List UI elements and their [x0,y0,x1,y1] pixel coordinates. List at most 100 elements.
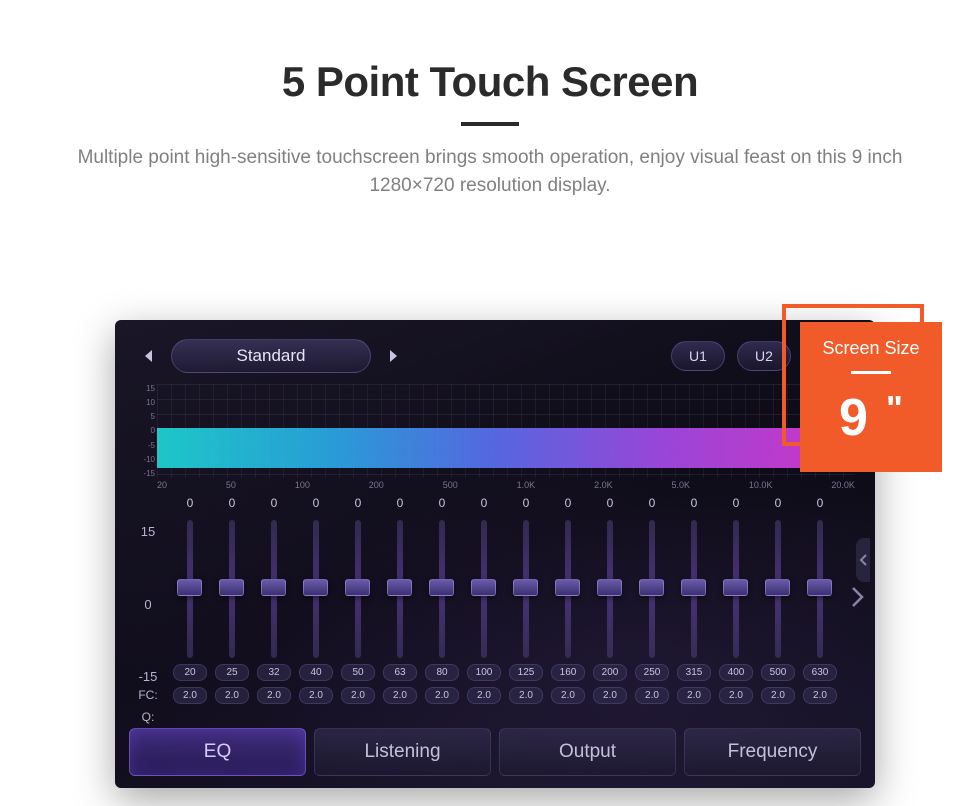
eq-band-fc[interactable]: 250 [635,664,669,681]
eq-slider[interactable] [607,520,613,658]
eq-slider[interactable] [733,520,739,658]
eq-band-400: 0 400 2.0 [715,496,757,726]
eq-slider-knob[interactable] [387,579,412,596]
eq-band-q[interactable]: 2.0 [761,687,795,704]
eq-band-value: 0 [439,496,446,516]
tab-output[interactable]: Output [499,728,676,776]
tab-eq[interactable]: EQ [129,728,306,776]
eq-band-value: 0 [775,496,782,516]
eq-band-fc[interactable]: 400 [719,664,753,681]
eq-band-q[interactable]: 2.0 [467,687,501,704]
eq-band-630: 0 630 2.0 [799,496,841,726]
eq-slider-knob[interactable] [219,579,244,596]
eq-slider-knob[interactable] [723,579,748,596]
spectrum-fill [157,428,855,468]
eq-slider[interactable] [775,520,781,658]
side-panel-toggle[interactable] [856,538,870,582]
eq-band-fc[interactable]: 125 [509,664,543,681]
eq-band-fc[interactable]: 100 [467,664,501,681]
eq-sliders: 0 20 2.0 0 25 2.0 0 32 2.0 0 40 2.0 0 50 2.0 0 63 2.0 0 80 2… [169,496,841,726]
eq-y-axis: 15 0 -15 [133,524,163,684]
eq-band-fc[interactable]: 50 [341,664,375,681]
eq-slider[interactable] [397,520,403,658]
eq-slider-knob[interactable] [681,579,706,596]
eq-slider-knob[interactable] [597,579,622,596]
eq-slider-knob[interactable] [429,579,454,596]
eq-slider[interactable] [271,520,277,658]
eq-band-q[interactable]: 2.0 [383,687,417,704]
spectrum-y-tick: 5 [133,412,155,421]
eq-slider-knob[interactable] [177,579,202,596]
eq-band-q[interactable]: 2.0 [299,687,333,704]
eq-band-fc[interactable]: 32 [257,664,291,681]
eq-next-button[interactable] [851,586,865,613]
eq-slider[interactable] [355,520,361,658]
eq-band-q[interactable]: 2.0 [719,687,753,704]
eq-band-fc[interactable]: 63 [383,664,417,681]
callout-value: 9 [839,388,868,448]
user-preset-1[interactable]: U1 [671,341,725,371]
eq-band-fc[interactable]: 80 [425,664,459,681]
eq-slider-knob[interactable] [471,579,496,596]
eq-band-q[interactable]: 2.0 [803,687,837,704]
preset-prev-button[interactable] [133,340,165,372]
eq-slider[interactable] [481,520,487,658]
eq-fc-label: FC: [133,688,163,702]
eq-band-20: 0 20 2.0 [169,496,211,726]
eq-slider-knob[interactable] [303,579,328,596]
eq-slider[interactable] [187,520,193,658]
eq-slider[interactable] [817,520,823,658]
eq-band-q[interactable]: 2.0 [257,687,291,704]
eq-slider-knob[interactable] [639,579,664,596]
preset-label[interactable]: Standard [171,339,371,373]
eq-band-value: 0 [565,496,572,516]
spectrum-x-tick: 1.0K [517,480,536,490]
spectrum-x-tick: 2.0K [594,480,613,490]
eq-band-80: 0 80 2.0 [421,496,463,726]
eq-band-q[interactable]: 2.0 [425,687,459,704]
eq-slider[interactable] [523,520,529,658]
spectrum-x-tick: 50 [226,480,236,490]
eq-band-q[interactable]: 2.0 [677,687,711,704]
eq-slider[interactable] [439,520,445,658]
eq-slider-knob[interactable] [765,579,790,596]
eq-band-value: 0 [355,496,362,516]
eq-band-q[interactable]: 2.0 [341,687,375,704]
eq-slider[interactable] [691,520,697,658]
eq-band-fc[interactable]: 500 [761,664,795,681]
eq-slider-knob[interactable] [513,579,538,596]
eq-slider[interactable] [313,520,319,658]
eq-band-fc[interactable]: 315 [677,664,711,681]
eq-slider-knob[interactable] [807,579,832,596]
equalizer: 15 0 -15 FC: Q: 0202.00252.00322.00402.0… [133,496,869,726]
eq-band-q[interactable]: 2.0 [551,687,585,704]
eq-band-value: 0 [733,496,740,516]
eq-band-value: 0 [817,496,824,516]
eq-band-q[interactable]: 2.0 [635,687,669,704]
eq-band-q[interactable]: 2.0 [509,687,543,704]
eq-band-315: 03152.0 [673,496,715,726]
eq-band-q[interactable]: 2.0 [215,687,249,704]
eq-band-value: 0 [313,496,320,516]
spectrum-y-tick: -10 [133,455,155,464]
eq-band-fc[interactable]: 630 [803,664,837,681]
eq-slider[interactable] [229,520,235,658]
eq-band-value: 0 [187,496,194,516]
eq-slider-knob[interactable] [261,579,286,596]
eq-slider-knob[interactable] [345,579,370,596]
preset-next-button[interactable] [377,340,409,372]
tab-frequency[interactable]: Frequency [684,728,861,776]
tab-listening[interactable]: Listening [314,728,491,776]
eq-slider-knob[interactable] [555,579,580,596]
eq-band-q[interactable]: 2.0 [173,687,207,704]
eq-band-q[interactable]: 2.0 [593,687,627,704]
eq-slider[interactable] [565,520,571,658]
eq-band-100: 01002.0 [463,496,505,726]
eq-band-fc[interactable]: 20 [173,664,207,681]
eq-band-fc[interactable]: 200 [593,664,627,681]
eq-band-fc[interactable]: 160 [551,664,585,681]
eq-band-fc[interactable]: 25 [215,664,249,681]
eq-slider[interactable] [649,520,655,658]
eq-band-fc[interactable]: 40 [299,664,333,681]
device-screen: Standard U1U2U3 151050-5-10-15 205010020… [115,320,875,788]
